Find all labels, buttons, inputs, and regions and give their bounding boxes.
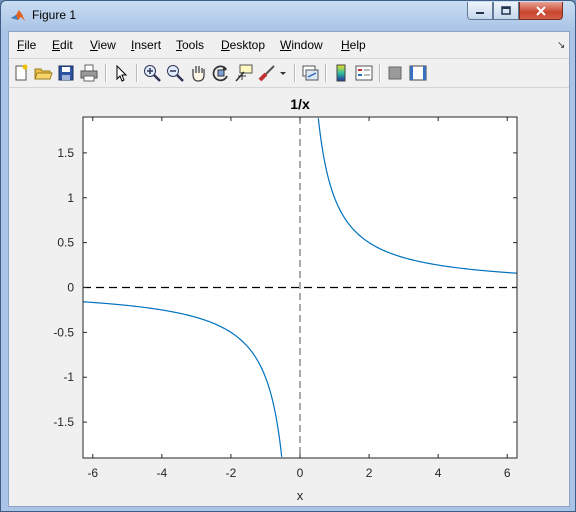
menu-view[interactable]: View (90, 38, 116, 52)
maximize-button[interactable] (493, 2, 519, 20)
figure-canvas: 1/x -6 -4 -2 0 2 4 6 -1.5 -1 -0.5 0 0.5 1 1.5 x (9, 88, 569, 506)
menu-window[interactable]: Window (280, 38, 323, 52)
plot-svg[interactable]: 1/x -6 -4 -2 0 2 4 6 -1.5 -1 -0.5 0 0.5 1 1.5 x (9, 88, 569, 506)
menu-insert[interactable]: Insert (131, 38, 161, 52)
x-tick-label: 4 (435, 466, 442, 480)
x-tick-label: 6 (504, 466, 511, 480)
minimize-icon (476, 11, 484, 14)
dock-arrow-icon[interactable]: ↘ (557, 40, 565, 51)
close-icon (536, 5, 546, 16)
x-tick-label: 0 (297, 466, 304, 480)
x-tick-label: 2 (366, 466, 373, 480)
figure-window: Figure 1 File Edit View Insert Tools Des… (0, 0, 576, 512)
colorbar-icon[interactable] (331, 63, 351, 83)
y-tick-label: -0.5 (53, 325, 74, 339)
toolbar-separator (379, 64, 381, 82)
maximize-icon (501, 6, 511, 15)
close-button[interactable] (519, 2, 563, 20)
figure-client-area: File Edit View Insert Tools Desktop Wind… (8, 31, 570, 507)
toolbar-separator (294, 64, 296, 82)
zoom-in-icon[interactable] (142, 63, 162, 83)
print-icon[interactable] (79, 63, 99, 83)
y-tick-label: 1 (67, 191, 74, 205)
link-plot-icon[interactable] (300, 63, 320, 83)
show-plot-tools-icon[interactable] (408, 63, 428, 83)
window-title: Figure 1 (32, 8, 77, 22)
brush-dropdown-icon[interactable] (277, 63, 289, 83)
save-icon[interactable] (56, 63, 76, 83)
x-tick-label: -6 (87, 466, 98, 480)
axes-title: 1/x (290, 96, 310, 112)
hide-plot-tools-icon[interactable] (385, 63, 405, 83)
y-tick-label: -1 (63, 370, 74, 384)
y-tick-label: 0 (67, 281, 74, 295)
title-bar[interactable]: Figure 1 (1, 1, 575, 31)
zoom-out-icon[interactable] (165, 63, 185, 83)
new-figure-icon[interactable] (11, 63, 31, 83)
menu-bar: File Edit View Insert Tools Desktop Wind… (9, 34, 569, 56)
x-tick-label: -2 (226, 466, 237, 480)
brush-icon[interactable] (257, 63, 277, 83)
pan-hand-icon[interactable] (188, 63, 208, 83)
menu-help[interactable]: Help (341, 38, 366, 52)
toolbar-separator (136, 64, 138, 82)
menu-tools[interactable]: Tools (176, 38, 204, 52)
toolbar-separator (325, 64, 327, 82)
x-tick-label: -4 (157, 466, 168, 480)
data-cursor-icon[interactable] (234, 63, 254, 83)
open-file-icon[interactable] (33, 63, 53, 83)
menu-desktop[interactable]: Desktop (221, 38, 265, 52)
y-tick-label: -1.5 (53, 415, 74, 429)
matlab-logo-icon (11, 10, 25, 21)
legend-icon[interactable] (354, 63, 374, 83)
menu-edit[interactable]: Edit (52, 38, 73, 52)
y-tick-label: 0.5 (57, 236, 74, 250)
y-tick-label: 1.5 (57, 146, 74, 160)
toolbar-separator (105, 64, 107, 82)
toolbar (9, 58, 569, 88)
minimize-button[interactable] (467, 2, 493, 20)
x-axis-label: x (297, 488, 304, 503)
menu-file[interactable]: File (17, 38, 36, 52)
rotate-3d-icon[interactable] (211, 63, 231, 83)
edit-plot-arrow-icon[interactable] (111, 63, 131, 83)
